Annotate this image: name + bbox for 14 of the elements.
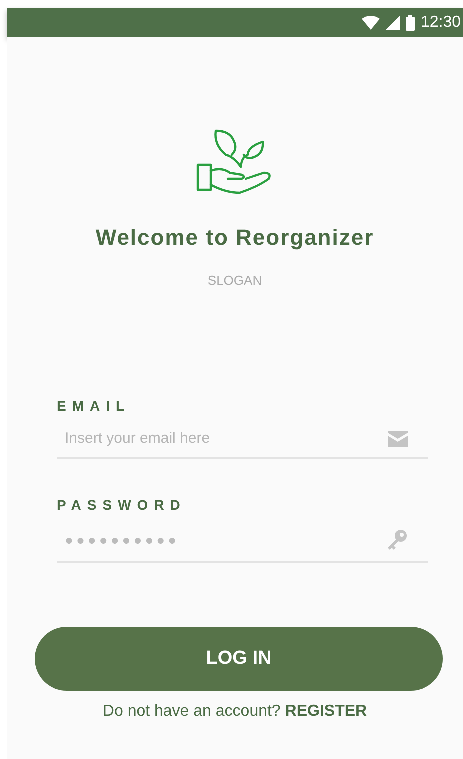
welcome-title: Welcome to Reorganizer	[96, 225, 374, 251]
field-label: PASSWORD	[57, 497, 186, 513]
wifi-icon	[362, 16, 380, 30]
register-link[interactable]: REGISTER	[285, 703, 368, 720]
key-icon	[386, 529, 408, 551]
email-field[interactable]: Insert your email here	[65, 430, 388, 447]
login-button[interactable]: LOG IN	[35, 627, 443, 691]
battery-icon	[406, 14, 415, 30]
register-prompt: Do not have an account? REGISTER	[102, 703, 368, 721]
envelope-icon	[388, 430, 408, 446]
signal-icon	[386, 16, 400, 30]
field-label: EMAIL	[57, 398, 131, 414]
status-time: 12:30	[420, 14, 461, 32]
slogan-text: SLOGAN	[208, 273, 262, 288]
